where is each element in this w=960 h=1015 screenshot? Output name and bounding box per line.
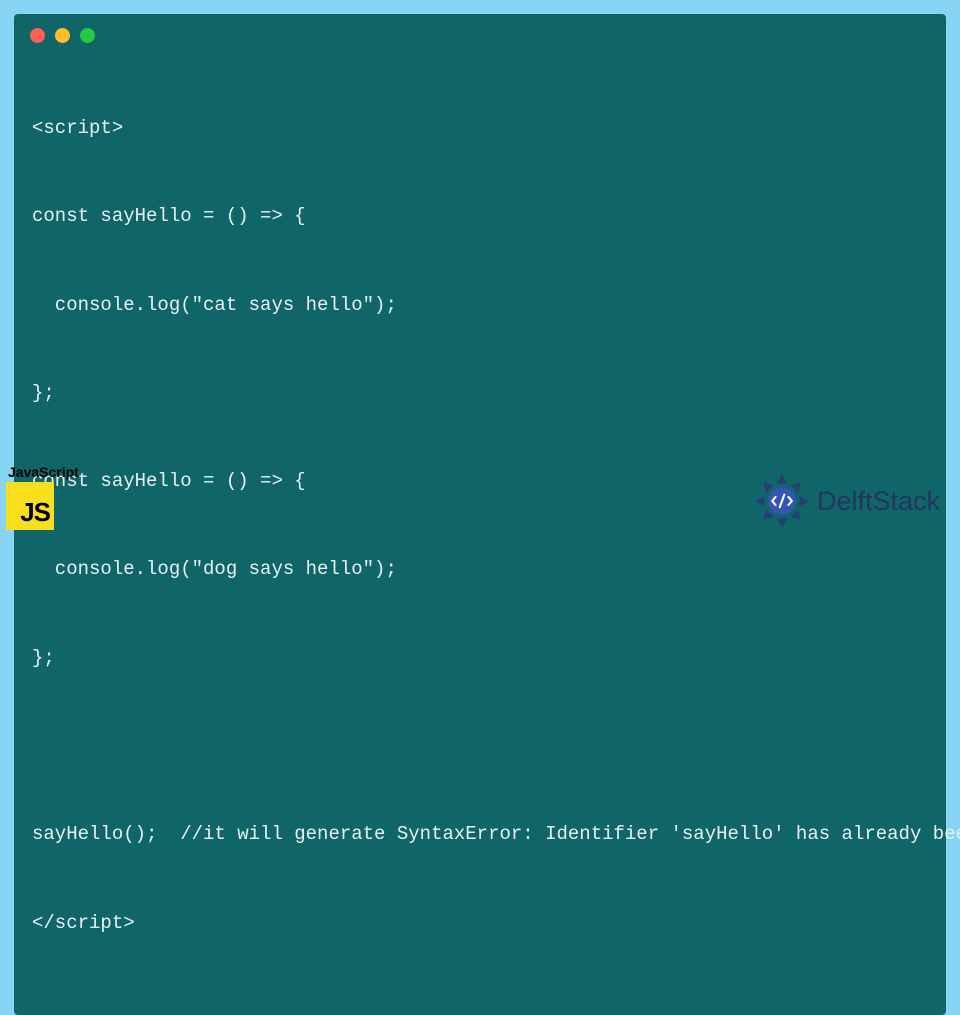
code-line: </script> bbox=[32, 909, 928, 938]
code-line: console.log("dog says hello"); bbox=[32, 555, 928, 584]
code-line: }; bbox=[32, 644, 928, 673]
window-titlebar bbox=[14, 14, 946, 53]
javascript-badge: JavaScript JS bbox=[6, 464, 79, 530]
code-line: sayHello(); //it will generate SyntaxErr… bbox=[32, 820, 928, 849]
brand-text: DelftStack bbox=[817, 486, 940, 517]
delftstack-logo-icon bbox=[753, 472, 811, 530]
minimize-icon bbox=[55, 28, 70, 43]
javascript-logo-icon: JS bbox=[6, 482, 54, 530]
close-icon bbox=[30, 28, 45, 43]
maximize-icon bbox=[80, 28, 95, 43]
code-line: const sayHello = () => { bbox=[32, 202, 928, 231]
javascript-logo-text: JS bbox=[20, 497, 50, 528]
code-line: <script> bbox=[32, 114, 928, 143]
code-line: console.log("cat says hello"); bbox=[32, 291, 928, 320]
javascript-label: JavaScript bbox=[8, 464, 79, 480]
code-line-blank bbox=[32, 732, 928, 761]
footer: JavaScript JS bbox=[0, 464, 960, 530]
code-line: }; bbox=[32, 379, 928, 408]
brand: DelftStack bbox=[753, 472, 940, 530]
